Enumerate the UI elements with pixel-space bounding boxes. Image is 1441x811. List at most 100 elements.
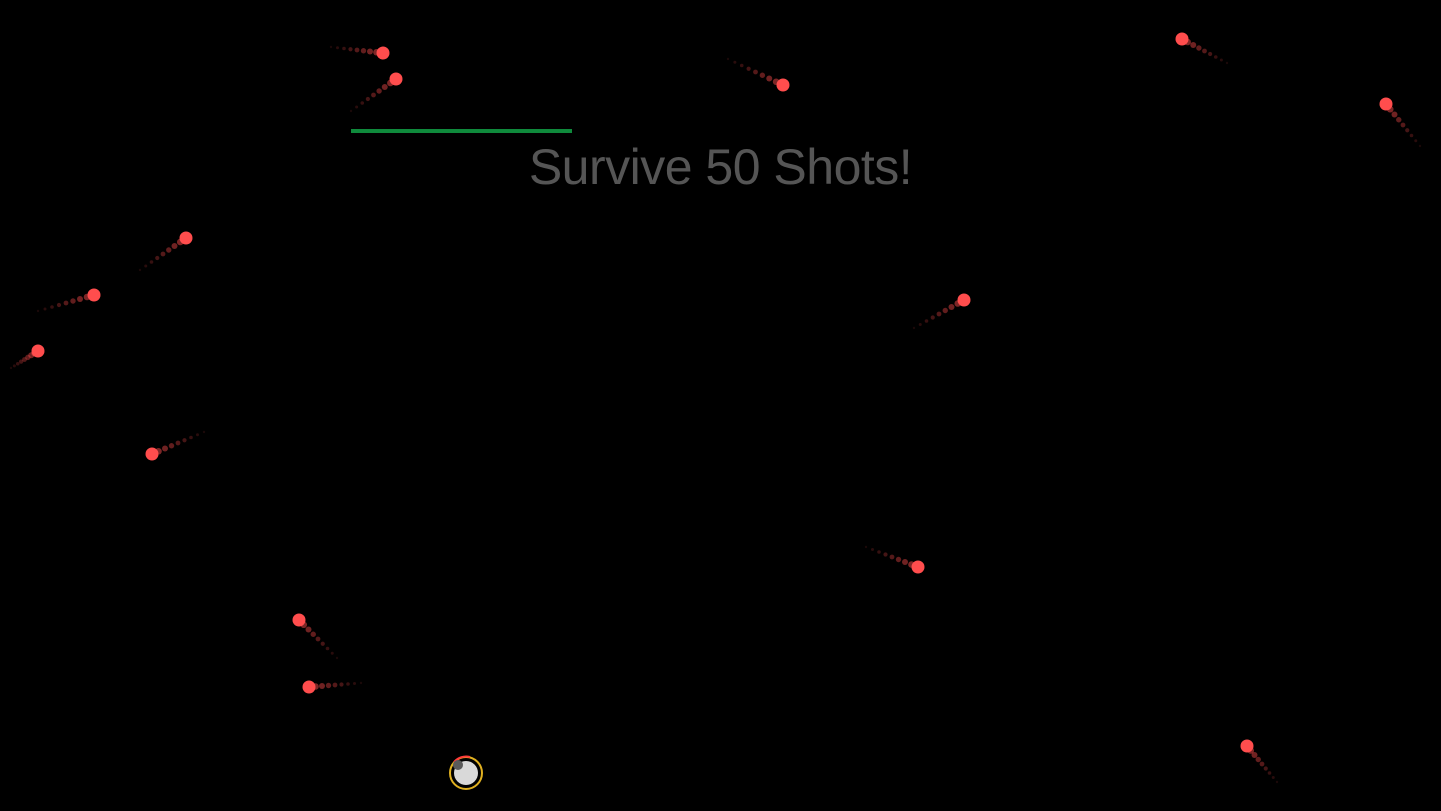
bullet-trail-dot xyxy=(930,315,935,320)
bullet-trail-dot xyxy=(171,243,178,249)
bullet-trail-dot xyxy=(1405,128,1410,133)
red-bullet-icon xyxy=(329,45,390,60)
bullet-trail-dot xyxy=(70,298,76,304)
bullet-trail-dot xyxy=(1267,771,1272,775)
bullet-trail-dot xyxy=(924,319,929,323)
bullet-trail-dot xyxy=(168,443,175,449)
bullet-head xyxy=(87,288,101,302)
bullet-trail-dot xyxy=(883,552,888,557)
bullet-trail-dot xyxy=(1391,111,1398,118)
bullet-trail-dot xyxy=(733,60,737,64)
bullet-trail-dot xyxy=(329,45,333,49)
bullet-trail-dot xyxy=(354,47,360,53)
bullet-trail-dot xyxy=(56,302,62,308)
bullet-trail-dot xyxy=(346,682,350,686)
bullet-trail-dot xyxy=(1196,45,1202,51)
bullet-head xyxy=(389,72,403,86)
bullet-trail-dot xyxy=(342,46,346,51)
bullet-trail-dot xyxy=(349,109,353,113)
bullet-head xyxy=(911,560,925,574)
red-bullet-icon xyxy=(138,231,193,272)
bullet-head xyxy=(31,344,45,358)
bullet-trail-dot xyxy=(315,636,321,642)
red-bullet-icon xyxy=(1175,32,1229,65)
red-bullet-icon xyxy=(349,72,403,113)
bullet-trail-dot xyxy=(902,559,908,565)
bullet-trail-dot xyxy=(889,554,895,560)
bullet-trail-dot xyxy=(918,323,922,326)
bullet-trail-dot xyxy=(759,72,766,78)
bullet-trail-dot xyxy=(325,646,330,651)
bullet-head xyxy=(376,46,390,60)
bullet-trail-dot xyxy=(332,682,338,688)
bullet-trail-dot xyxy=(196,433,199,437)
bullet-trail-dot xyxy=(365,96,370,102)
bullet-trail-dot xyxy=(1190,42,1197,48)
bullet-head xyxy=(776,78,790,92)
bullet-trail-dot xyxy=(1202,48,1207,54)
bullet-trail-dot xyxy=(371,92,376,98)
red-bullet-icon xyxy=(145,430,206,461)
red-bullet-icon xyxy=(9,344,45,370)
bullet-trail-dot xyxy=(202,430,206,434)
bullet-trail-dot xyxy=(381,84,388,90)
bullet-trail-dot xyxy=(1259,761,1265,767)
bullet-trail-dot xyxy=(162,445,168,452)
bullet-trail-dot xyxy=(942,307,948,314)
bullet-trail-dot xyxy=(1208,51,1213,57)
bullet-trail-dot xyxy=(766,75,773,82)
bullet-trail-dot xyxy=(1213,55,1218,59)
bullet-trail-dot xyxy=(310,631,316,637)
bullet-trail-dot xyxy=(1219,58,1223,62)
bullet-trail-dot xyxy=(1225,61,1229,65)
bullet-trail-dot xyxy=(739,63,744,68)
bullet-trail-dot xyxy=(138,268,142,272)
bullet-trail-dot xyxy=(335,656,339,660)
bullet-head xyxy=(1240,739,1254,753)
red-bullet-icon xyxy=(302,680,363,694)
bullet-trail-dot xyxy=(871,548,874,551)
bullet-trail-dot xyxy=(948,304,955,310)
bullet-trail-dot xyxy=(63,300,69,306)
bullet-trail-dot xyxy=(330,651,334,655)
bullet-trail-dot xyxy=(360,48,367,54)
bullet-trail-dot xyxy=(877,550,881,554)
bullet-layer xyxy=(9,32,1422,784)
game-canvas[interactable]: Survive 50 Shots! xyxy=(0,0,1441,811)
bullet-trail-dot xyxy=(1271,776,1275,779)
bullet-head xyxy=(292,613,306,627)
bullet-trail-dot xyxy=(182,438,187,443)
player-orb-icon[interactable] xyxy=(446,754,486,794)
bullet-trail-dot xyxy=(15,361,20,366)
bullet-trail-dot xyxy=(9,366,13,370)
bullet-trail-dot xyxy=(149,260,154,264)
bullet-trail-dot xyxy=(305,626,312,633)
bullet-trail-dot xyxy=(1414,139,1418,143)
bullet-trail-dot xyxy=(353,682,356,685)
bullet-trail-dot xyxy=(50,305,54,309)
bullet-trail-dot xyxy=(175,440,181,446)
player-turret xyxy=(453,760,463,770)
bullet-trail-dot xyxy=(376,88,382,94)
bullet-trail-dot xyxy=(336,46,339,50)
bullet-trail-dot xyxy=(43,307,47,311)
bullet-trail-dot xyxy=(355,105,359,109)
bullet-trail-dot xyxy=(360,101,365,105)
bullet-trail-dot xyxy=(1255,756,1261,763)
bullet-trail-dot xyxy=(155,255,160,261)
bullet-trail-dot xyxy=(1396,117,1402,123)
bullet-head xyxy=(179,231,193,245)
bullet-trail-dot xyxy=(12,364,16,368)
bullet-trail-dot xyxy=(1263,766,1268,771)
bullet-head xyxy=(1175,32,1189,46)
bullet-trail-dot xyxy=(1418,144,1422,148)
bullet-trail-dot xyxy=(367,48,373,55)
bullet-trail-dot xyxy=(1409,133,1414,138)
bullet-trail-dot xyxy=(864,545,868,549)
bullet-trail-dot xyxy=(359,681,363,685)
bullet-trail-dot xyxy=(895,556,902,563)
bullet-head xyxy=(302,680,316,694)
red-bullet-icon xyxy=(292,613,339,660)
bullet-trail-dot xyxy=(320,641,325,646)
bullet-trail-dot xyxy=(166,247,172,253)
